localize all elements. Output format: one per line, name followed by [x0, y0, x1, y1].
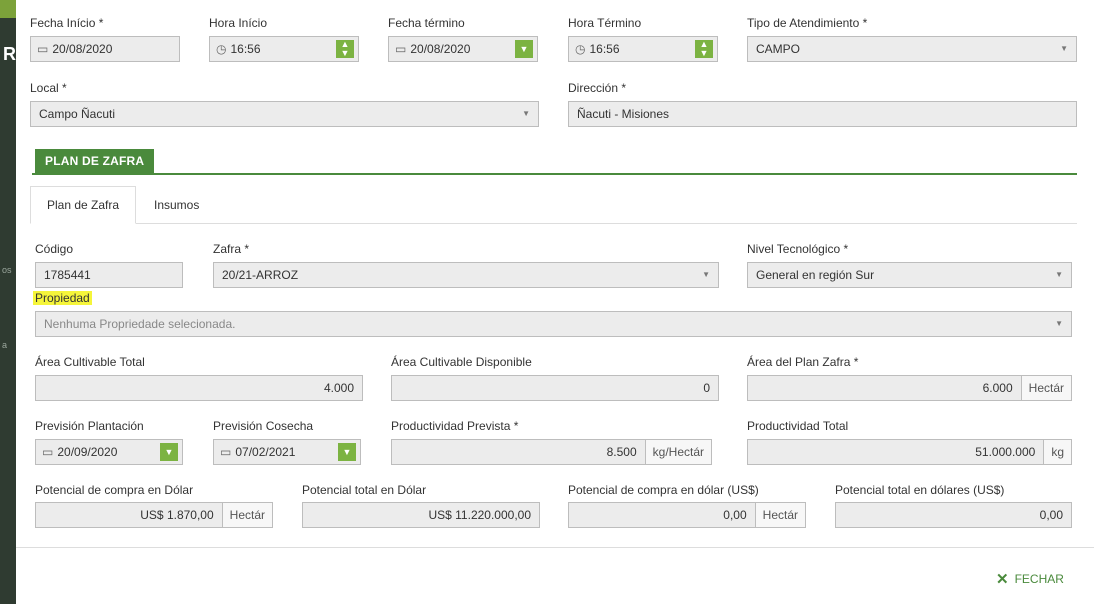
local-value: Campo Ñacuti [39, 107, 116, 121]
prevision-cosecha-label: Previsión Cosecha [213, 419, 314, 433]
codigo-value: 1785441 [44, 268, 91, 282]
direccion-value: Ñacuti - Misiones [577, 107, 670, 121]
potencial-compra-dolar-label: Potencial de compra en Dólar [35, 483, 194, 497]
fecha-inicio-field[interactable]: ▭ 20/08/2020 [30, 36, 180, 62]
productividad-total-label: Productividad Total [747, 419, 849, 433]
fecha-inicio-label: Fecha Início * [30, 16, 104, 30]
nivel-tecnologico-select[interactable]: General en región Sur ▼ [747, 262, 1072, 288]
area-cultivable-disponible-value: 0 [703, 381, 710, 395]
prevision-plantacion-field[interactable]: ▭ 20/09/2020 ▼ [35, 439, 183, 465]
potencial-total-dolar-label: Potencial total en Dólar [302, 483, 427, 497]
chevron-down-icon[interactable]: ▼ [160, 443, 178, 461]
area-cultivable-total-label: Área Cultivable Total [35, 355, 145, 369]
local-select[interactable]: Campo Ñacuti ▼ [30, 101, 539, 127]
potencial-total-usd-field[interactable]: 0,00 [835, 502, 1072, 528]
area-plan-zafra-label: Área del Plan Zafra * [747, 355, 859, 369]
codigo-field[interactable]: 1785441 [35, 262, 183, 288]
propiedad-select[interactable]: Nenhuma Propriedade selecionada. ▼ [35, 311, 1072, 337]
potencial-total-dolar-value: US$ 11.220.000,00 [428, 508, 531, 522]
potencial-compra-usd-label: Potencial de compra en dólar (US$) [568, 483, 759, 497]
chevron-down-icon: ▼ [1060, 44, 1068, 53]
chevron-down-icon[interactable]: ▼ [515, 40, 533, 58]
nivel-tecnologico-label: Nivel Tecnológico * [747, 242, 849, 256]
section-title: PLAN DE ZAFRA [35, 149, 155, 173]
fecha-termino-field[interactable]: ▭ 20/08/2020 ▼ [388, 36, 538, 62]
direccion-label: Dirección * [568, 81, 627, 95]
background-sidebar: R os a [0, 0, 16, 604]
chevron-down-icon: ▼ [702, 270, 710, 279]
potencial-compra-usd-field[interactable]: 0,00 Hectár [568, 502, 806, 528]
area-cultivable-disponible-field[interactable]: 0 [391, 375, 719, 401]
potencial-total-usd-value: 0,00 [1039, 508, 1063, 522]
potencial-total-dolar-field[interactable]: US$ 11.220.000,00 [302, 502, 540, 528]
tipo-atendimiento-select[interactable]: CAMPO ▼ [747, 36, 1077, 62]
time-spinner-button[interactable]: ▲ ▼ [695, 40, 713, 58]
modal-dialog: Fecha Início * ▭ 20/08/2020 Hora Início … [16, 0, 1094, 604]
tipo-atendimiento-label: Tipo de Atendimiento * [747, 16, 868, 30]
productividad-prevista-value: 8.500 [606, 445, 637, 459]
chevron-down-icon: ▼ [522, 109, 530, 118]
fecha-termino-label: Fecha término [388, 16, 465, 30]
zafra-value: 20/21-ARROZ [222, 268, 299, 282]
propiedad-placeholder: Nenhuma Propriedade selecionada. [44, 317, 236, 331]
chevron-down-icon: ▼ [1055, 319, 1063, 328]
calendar-icon: ▭ [220, 445, 232, 459]
nivel-tecnologico-value: General en región Sur [756, 268, 875, 282]
propiedad-label: Propiedad [33, 291, 92, 305]
area-cultivable-total-field[interactable]: 4.000 [35, 375, 363, 401]
hora-termino-field[interactable]: ◷ 16:56 ▲ ▼ [568, 36, 718, 62]
time-spinner-button[interactable]: ▲ ▼ [336, 40, 354, 58]
clock-icon: ◷ [575, 42, 586, 56]
unit-addon: Hectár [1020, 376, 1071, 400]
potencial-compra-dolar-field[interactable]: US$ 1.870,00 Hectár [35, 502, 273, 528]
prevision-plantacion-label: Previsión Plantación [35, 419, 144, 433]
area-cultivable-disponible-label: Área Cultivable Disponible [391, 355, 532, 369]
area-cultivable-total-value: 4.000 [323, 381, 354, 395]
background-accent [0, 0, 16, 18]
local-label: Local * [30, 81, 67, 95]
area-plan-zafra-value: 6.000 [982, 381, 1013, 395]
calendar-icon: ▭ [42, 445, 54, 459]
chevron-down-icon: ▼ [1055, 270, 1063, 279]
unit-addon: Hectár [754, 503, 805, 527]
clock-icon: ◷ [216, 42, 227, 56]
productividad-total-value: 51.000.000 [975, 445, 1036, 459]
tab-plan-de-zafra[interactable]: Plan de Zafra [30, 186, 137, 224]
background-fragment: os [2, 265, 12, 275]
codigo-label: Código [35, 242, 74, 256]
zafra-label: Zafra * [213, 242, 250, 256]
close-button[interactable]: ✕ FECHAR [996, 570, 1064, 588]
potencial-compra-usd-value: 0,00 [723, 508, 747, 522]
productividad-prevista-label: Productividad Prevista * [391, 419, 519, 433]
unit-addon: kg/Hectár [644, 440, 711, 464]
tab-insumos[interactable]: Insumos [138, 186, 215, 224]
footer-divider [16, 547, 1094, 548]
unit-addon: Hectár [221, 503, 272, 527]
chevron-down-icon[interactable]: ▼ [338, 443, 356, 461]
potencial-total-usd-label: Potencial total en dólares (US$) [835, 483, 1005, 497]
section-divider [32, 173, 1077, 175]
unit-addon: kg [1043, 440, 1071, 464]
calendar-icon: ▭ [395, 42, 407, 56]
tipo-atendimiento-value: CAMPO [756, 42, 801, 56]
fecha-inicio-value: 20/08/2020 [52, 42, 113, 56]
productividad-total-field[interactable]: 51.000.000 kg [747, 439, 1072, 465]
calendar-icon: ▭ [37, 42, 49, 56]
close-icon: ✕ [996, 571, 1009, 588]
background-letter: R [3, 44, 16, 64]
area-plan-zafra-field[interactable]: 6.000 Hectár [747, 375, 1072, 401]
background-fragment: a [2, 340, 8, 350]
close-button-label: FECHAR [1014, 572, 1064, 586]
direccion-field[interactable]: Ñacuti - Misiones [568, 101, 1077, 127]
hora-inicio-field[interactable]: ◷ 16:56 ▲ ▼ [209, 36, 359, 62]
productividad-prevista-field[interactable]: 8.500 kg/Hectár [391, 439, 712, 465]
potencial-compra-dolar-value: US$ 1.870,00 [140, 508, 214, 522]
hora-inicio-label: Hora Início [209, 16, 268, 30]
prevision-cosecha-field[interactable]: ▭ 07/02/2021 ▼ [213, 439, 361, 465]
hora-termino-label: Hora Término [568, 16, 642, 30]
zafra-select[interactable]: 20/21-ARROZ ▼ [213, 262, 719, 288]
